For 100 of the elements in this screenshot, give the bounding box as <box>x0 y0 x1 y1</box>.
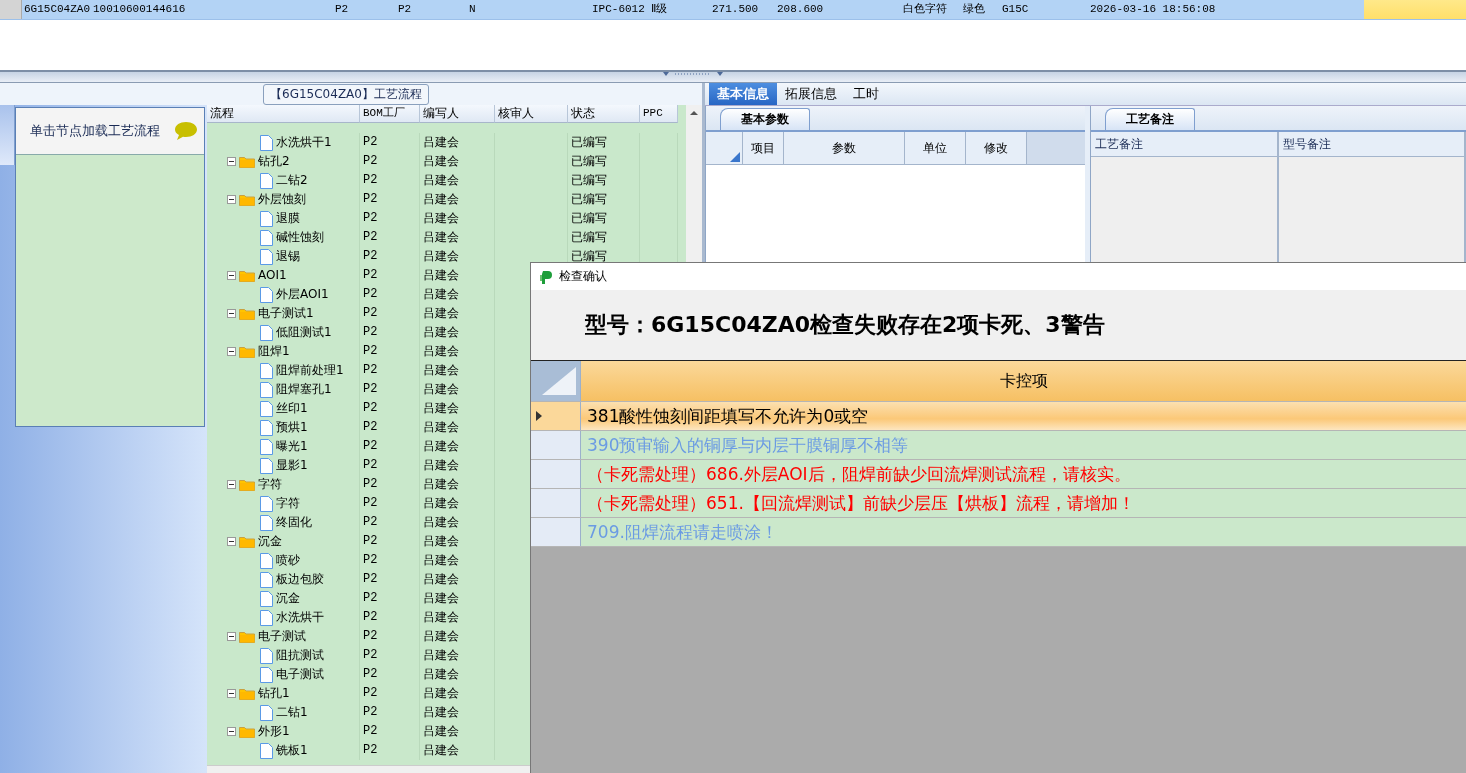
tab[interactable]: 基本信息 <box>709 83 777 105</box>
folder-icon <box>239 193 255 206</box>
side-tab[interactable] <box>0 105 15 165</box>
collapse-icon[interactable] <box>227 727 236 736</box>
tree-node-label[interactable]: 阻焊塞孔1 <box>276 380 332 399</box>
collapse-icon[interactable] <box>227 195 236 204</box>
folder-icon <box>239 535 255 548</box>
tree-node-label[interactable]: 电子测试 <box>258 627 306 646</box>
collapse-icon[interactable] <box>227 689 236 698</box>
tree-node-label[interactable]: 退膜 <box>276 209 300 228</box>
tree-node-label[interactable]: 二钻1 <box>276 703 308 722</box>
tree-node-label[interactable]: 阻焊前处理1 <box>276 361 344 380</box>
table-cell: 吕建会 <box>420 380 495 399</box>
document-icon <box>260 172 273 189</box>
table-cell: 吕建会 <box>420 247 495 266</box>
tree-node-label[interactable]: 铣板1 <box>276 741 308 760</box>
table-cell: P2 <box>360 532 420 551</box>
tree-node-label[interactable]: AOI1 <box>258 266 287 285</box>
collapse-icon[interactable] <box>227 632 236 641</box>
document-icon <box>260 381 273 398</box>
table-cell: P2 <box>360 304 420 323</box>
tree-node-label[interactable]: 外层AOI1 <box>276 285 329 304</box>
tree-node-label[interactable]: 碱性蚀刻 <box>276 228 324 247</box>
tree-node-label[interactable]: 沉金 <box>276 589 300 608</box>
tree-node-label[interactable]: 字符 <box>276 494 300 513</box>
tree-node-label[interactable]: 退锡 <box>276 247 300 266</box>
tab[interactable]: 拓展信息 <box>777 83 845 105</box>
table-cell: 吕建会 <box>420 646 495 665</box>
column-header[interactable]: 项目 <box>743 132 784 164</box>
collapse-icon[interactable] <box>227 309 236 318</box>
collapse-icon[interactable] <box>227 347 236 356</box>
selected-row[interactable]: 6G15C04ZA0 10010600144616 P2 P2 N IPC-6012 Ⅱ级 271.500 208.600 白色字符 绿色 G15C 2026-03-16 18:56:08 <box>0 0 1466 20</box>
table-cell: P2 <box>360 418 420 437</box>
table-cell: P2 <box>360 266 420 285</box>
column-header[interactable]: 核审人 <box>495 105 568 123</box>
table-cell: P2 <box>360 171 420 190</box>
column-header[interactable]: PPC <box>640 105 678 123</box>
table-cell: 吕建会 <box>420 171 495 190</box>
collapse-icon[interactable] <box>227 537 236 546</box>
tree-node-label[interactable]: 喷砂 <box>276 551 300 570</box>
table-cell: P2 <box>360 551 420 570</box>
column-header[interactable]: 状态 <box>568 105 640 123</box>
tree-node-label[interactable]: 外形1 <box>258 722 290 741</box>
table-cell: N <box>469 3 476 15</box>
tree-node-label[interactable]: 曝光1 <box>276 437 308 456</box>
tree-node-label[interactable]: 低阻测试1 <box>276 323 332 342</box>
folder-icon <box>239 269 255 282</box>
tree-node-label[interactable]: 外层蚀刻 <box>258 190 306 209</box>
column-header[interactable]: 单位 <box>905 132 966 164</box>
tree-node-label[interactable]: 板边包胶 <box>276 570 324 589</box>
document-icon <box>260 590 273 607</box>
tree-node-label[interactable]: 终固化 <box>276 513 312 532</box>
table-cell: 白色字符 <box>903 3 947 15</box>
table-cell: P2 <box>360 342 420 361</box>
tree-node-label[interactable]: 水洗烘干1 <box>276 133 332 152</box>
collapse-icon[interactable] <box>227 157 236 166</box>
folder-icon <box>239 155 255 168</box>
table-cell: 吕建会 <box>420 133 495 152</box>
tab[interactable]: 工艺备注 <box>1105 108 1195 130</box>
document-icon <box>260 286 273 303</box>
tree-node-label[interactable]: 电子测试 <box>276 665 324 684</box>
tree-node-label[interactable]: 阻焊1 <box>258 342 290 361</box>
column-header[interactable]: 卡控项 <box>581 361 1466 401</box>
document-icon <box>260 609 273 626</box>
tree-node-label[interactable]: 预烘1 <box>276 418 308 437</box>
document-icon <box>260 229 273 246</box>
tab[interactable]: 基本参数 <box>720 108 810 130</box>
table-cell: 吕建会 <box>420 589 495 608</box>
tree-node-label[interactable]: 阻抗测试 <box>276 646 324 665</box>
tree-node-label[interactable]: 二钻2 <box>276 171 308 190</box>
table-cell: P2 <box>360 646 420 665</box>
column-header[interactable]: 参数 <box>784 132 905 164</box>
splitter-grip-icon[interactable] <box>663 72 723 78</box>
column-header[interactable]: BOM工厂 <box>360 105 420 123</box>
table-cell: 吕建会 <box>420 266 495 285</box>
row-header[interactable] <box>531 402 581 430</box>
tree-node-label[interactable]: 显影1 <box>276 456 308 475</box>
table-cell: 已编写 <box>568 228 640 247</box>
table-cell: 271.500 <box>712 3 759 15</box>
hint-text: 单击节点加载工艺流程 <box>30 122 160 140</box>
table-cell: 10010600144616 <box>93 3 186 15</box>
tree-node-label[interactable]: 沉金 <box>258 532 282 551</box>
tree-node-label[interactable]: 钻孔1 <box>258 684 290 703</box>
column-header[interactable]: 编写人 <box>420 105 495 123</box>
table-cell: 吕建会 <box>420 551 495 570</box>
table-cell: 吕建会 <box>420 608 495 627</box>
tree-node-label[interactable]: 电子测试1 <box>258 304 314 323</box>
collapse-icon[interactable] <box>227 271 236 280</box>
table-cell: P2 <box>360 494 420 513</box>
tree-node-label[interactable]: 字符 <box>258 475 282 494</box>
check-item[interactable]: 381酸性蚀刻间距填写不允许为0或空 <box>581 402 1466 430</box>
tree-node-label[interactable]: 钻孔2 <box>258 152 290 171</box>
tree-node-label[interactable]: 丝印1 <box>276 399 308 418</box>
collapse-icon[interactable] <box>227 480 236 489</box>
document-icon <box>260 438 273 455</box>
tree-node-label[interactable]: 水洗烘干 <box>276 608 324 627</box>
table-cell: 吕建会 <box>420 513 495 532</box>
table-cell: 已编写 <box>568 171 640 190</box>
tab[interactable]: 工时 <box>845 83 887 105</box>
column-header[interactable]: 流程 <box>207 105 360 123</box>
